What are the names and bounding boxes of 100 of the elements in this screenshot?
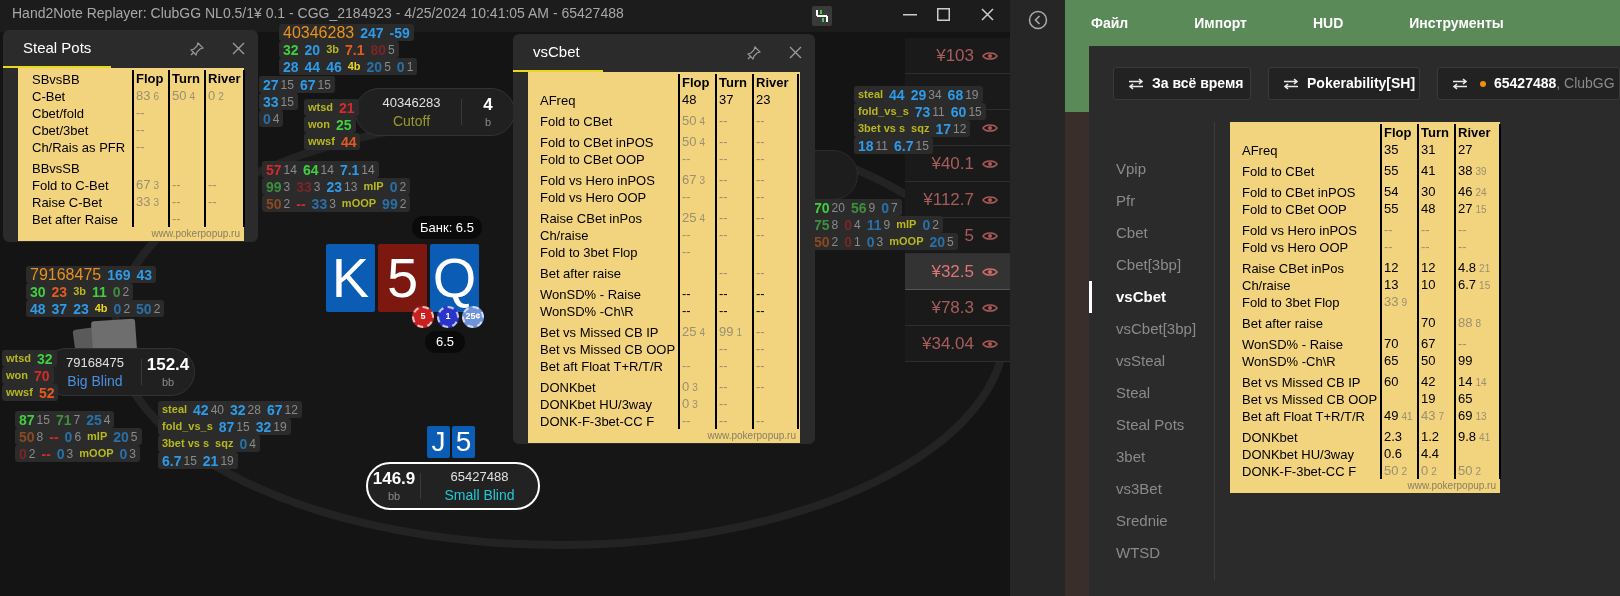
filter-button[interactable]: 65427488, ClubGG — [1437, 67, 1620, 100]
hud-stat: 43 — [136, 267, 153, 282]
eye-icon[interactable] — [982, 122, 998, 133]
sample-count: 3 — [699, 174, 706, 188]
sidebar-item[interactable]: Cbet — [1089, 217, 1214, 249]
stat-value: -- — [1421, 221, 1430, 238]
hud-stat: 0 — [56, 446, 65, 461]
app-icon[interactable] — [812, 6, 832, 26]
row-label: Bet vs Missed CB IP — [540, 324, 660, 342]
sample-count: 2 — [399, 197, 407, 210]
player-name: 40346283 — [382, 94, 441, 112]
sample-count: 9 — [883, 218, 891, 231]
sidebar-item[interactable]: vs3Bet — [1089, 473, 1214, 505]
sample-count: 7 — [73, 413, 81, 426]
close-icon[interactable] — [232, 42, 245, 55]
sidebar-item[interactable]: Cbet[3bp] — [1089, 249, 1214, 281]
stat-value: -- — [756, 340, 765, 357]
menu-item[interactable]: HUD — [1300, 12, 1356, 34]
sidebar-item[interactable]: 3bet — [1089, 441, 1214, 473]
back-icon[interactable] — [1027, 10, 1048, 30]
sidebar-item[interactable]: vsCbet[3bp] — [1089, 313, 1214, 345]
sidebar-item[interactable]: vsCbet — [1089, 281, 1214, 313]
bet-amount: 6.5 — [425, 331, 465, 353]
stat-value: 46 — [1458, 183, 1473, 200]
maximize-icon[interactable] — [937, 8, 950, 21]
menu-item[interactable]: Импорт — [1182, 12, 1259, 34]
hand-amount[interactable]: ¥78.3 — [931, 294, 974, 321]
hand-amount[interactable]: 5 — [964, 222, 974, 249]
eye-icon[interactable] — [982, 158, 998, 169]
hud-stat: 42 — [193, 402, 209, 417]
sidebar-item[interactable]: vsSteal — [1089, 345, 1214, 377]
hud-stat: 11 — [866, 217, 882, 232]
stat-value: -- — [1421, 238, 1430, 255]
hand-amount[interactable]: ¥103 — [936, 42, 974, 69]
sample-count: 5 — [384, 60, 391, 73]
hand-amount[interactable]: ¥34.04 — [922, 330, 974, 357]
menu-item[interactable]: Инструменты — [1397, 12, 1516, 34]
sample-count: 14 — [320, 163, 334, 176]
eye-icon[interactable] — [982, 194, 998, 205]
pin-icon[interactable] — [190, 42, 204, 56]
hud-label: 3b — [326, 44, 339, 55]
hud-stat: 70 — [814, 200, 830, 215]
stat-value: -- — [719, 209, 728, 226]
sidebar-item[interactable]: Srednie — [1089, 505, 1214, 537]
hud-stat: -- — [41, 446, 51, 461]
eye-icon[interactable] — [982, 302, 998, 313]
hud-stat: 87 — [218, 419, 235, 434]
eye-icon[interactable] — [982, 230, 998, 241]
hud-stat: 73 — [914, 104, 931, 119]
hud-stat: 20 — [113, 429, 129, 444]
row-label: DONK-F-3bet-CC F — [540, 413, 656, 431]
sample-count: 13 — [344, 180, 358, 193]
sample-count: 7 — [891, 201, 898, 214]
sample-count: 2 — [399, 180, 407, 193]
hud-stat: 32 — [283, 42, 299, 57]
hud-stat: 50 — [266, 196, 282, 211]
stat-value: 9.8 — [1458, 428, 1477, 445]
sample-count: 15 — [183, 454, 197, 467]
hud-stat: 20 — [366, 59, 383, 74]
sidebar-item[interactable]: Steal Pots — [1089, 409, 1214, 441]
hud-stat: 0 — [112, 284, 121, 299]
stat-value: -- — [682, 302, 691, 319]
row-label: Fold to C-Bet — [32, 177, 110, 195]
hand-amount[interactable]: ¥112.7 — [923, 186, 974, 213]
menu-item[interactable]: Файл — [1079, 12, 1141, 34]
eye-icon[interactable] — [982, 266, 998, 277]
sample-count: 4 — [249, 437, 256, 450]
hud-stat: 6.7 — [894, 138, 914, 153]
player-name: 79168475 — [66, 354, 124, 372]
sample-count: 4 — [189, 90, 196, 104]
filter-button[interactable]: Pokerability[SH] — [1268, 67, 1420, 100]
row-label: Ch/raise — [540, 227, 590, 245]
sidebar-item[interactable]: Vpip — [1089, 153, 1214, 185]
stat-value: -- — [756, 133, 765, 150]
section-title: BBvsSB — [32, 160, 81, 178]
sidebar-item[interactable]: Steal — [1089, 377, 1214, 409]
stat-value: -- — [756, 171, 765, 188]
pin-icon[interactable] — [747, 46, 761, 60]
sample-count: 3 — [153, 179, 160, 193]
stat-value: 6.7 — [1458, 276, 1477, 293]
minimize-icon[interactable] — [903, 14, 917, 16]
stat-value: -- — [682, 357, 691, 374]
eye-icon[interactable] — [982, 338, 998, 349]
sidebar-item[interactable]: Pfr — [1089, 185, 1214, 217]
stat-value: -- — [172, 193, 181, 210]
sample-count: 21 — [1479, 262, 1491, 276]
sample-count: 13 — [1475, 410, 1487, 424]
sidebar-item[interactable]: WTSD — [1089, 537, 1214, 569]
stat-value: -- — [719, 171, 728, 188]
hand-amount[interactable]: ¥40.1 — [931, 150, 974, 177]
filter-button[interactable]: За всё время — [1113, 67, 1251, 100]
close-icon[interactable] — [981, 8, 994, 21]
hand-amount[interactable]: ¥32.5 — [931, 258, 974, 285]
close-icon[interactable] — [789, 46, 802, 59]
hud-stat: 44 — [340, 134, 357, 149]
sample-count: 3 — [692, 398, 698, 412]
stat-value: 10 — [1421, 276, 1436, 293]
hand-list-item[interactable]: ¥32.5 — [905, 254, 1010, 290]
eye-icon[interactable] — [982, 50, 998, 61]
row-label: Bet aft Float T+R/T/R — [1242, 408, 1366, 426]
